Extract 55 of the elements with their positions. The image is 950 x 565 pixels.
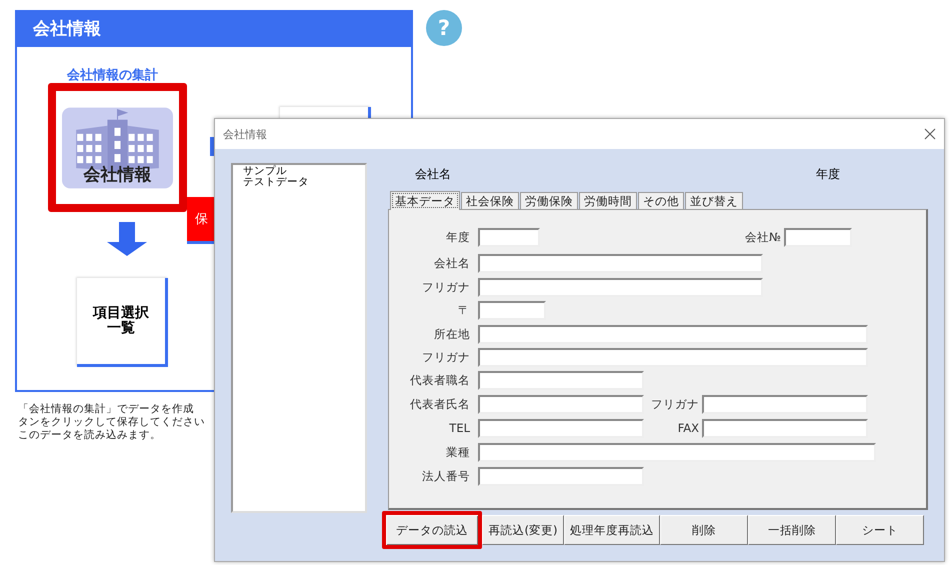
field-label: FAX [676, 421, 700, 435]
dialog-button[interactable]: 一括削除 [748, 515, 836, 545]
year-label: 年度 [816, 166, 840, 183]
company-name-label: 会社名 [415, 166, 451, 183]
input-field[interactable] [478, 418, 644, 438]
field-label: 代表者氏名 [409, 396, 471, 412]
field-label: 会社名 [433, 256, 471, 270]
field-label: 年度 [445, 230, 471, 244]
dialog-button[interactable]: 再読込(変更) [482, 515, 564, 545]
field-label: 代表者職名 [409, 372, 471, 388]
field-label: 会社№ [744, 230, 782, 244]
field-label: 法人番号 [421, 468, 471, 484]
input-field[interactable] [702, 394, 868, 414]
input-field[interactable] [478, 278, 763, 296]
input-field[interactable] [478, 348, 868, 366]
tab[interactable]: 労働保険 [520, 192, 578, 209]
company-info-button[interactable]: 会社情報 [48, 83, 187, 212]
window-title: 会社情報 [223, 126, 267, 142]
description-line: このデータを読み込みます。 [18, 429, 162, 442]
input-field[interactable] [478, 300, 546, 320]
description-line: 「会社情報の集計」でデータを作成 [18, 403, 195, 416]
company-list[interactable]: サンプル テストデータ [231, 163, 367, 513]
field-label: フリガナ [650, 396, 700, 412]
dialog-button[interactable]: 処理年度再読込 [564, 515, 660, 545]
input-field[interactable] [702, 418, 868, 438]
tab[interactable]: 基本データ [390, 191, 460, 210]
list-item[interactable]: テストデータ [243, 177, 355, 188]
input-field[interactable] [478, 442, 876, 462]
tab[interactable]: 労働時間 [579, 192, 637, 209]
tab[interactable]: 並び替え [685, 192, 743, 209]
input-field[interactable] [478, 466, 644, 486]
input-field[interactable] [478, 254, 763, 272]
input-field[interactable] [478, 370, 644, 390]
field-label: 業種 [445, 444, 471, 460]
tab[interactable]: 社会保険 [461, 192, 519, 209]
down-arrow-icon [107, 222, 147, 256]
list-item[interactable]: サンプル [243, 166, 355, 177]
input-field[interactable] [478, 324, 868, 344]
field-label: フリガナ [421, 350, 471, 364]
field-label: 所在地 [433, 326, 471, 342]
input-field[interactable] [478, 394, 644, 414]
panel-title: 会社情報 [15, 10, 413, 47]
dialog-button[interactable]: シート [836, 515, 924, 545]
dialog-button[interactable]: 削除 [660, 515, 748, 545]
input-field[interactable] [478, 228, 540, 246]
item-select-box[interactable]: 項目選択 一覧 [77, 278, 168, 367]
field-label: フリガナ [421, 280, 471, 294]
input-field[interactable] [784, 228, 852, 246]
section-title: 会社情報の集計 [67, 66, 158, 84]
field-label: 〒 [457, 302, 471, 318]
description-line: タンをクリックして保存してください [18, 416, 205, 429]
close-icon[interactable] [924, 128, 936, 140]
dialog-button[interactable]: データの読込 [382, 511, 482, 549]
field-label: TEL [448, 421, 471, 435]
tab[interactable]: その他 [638, 192, 684, 209]
